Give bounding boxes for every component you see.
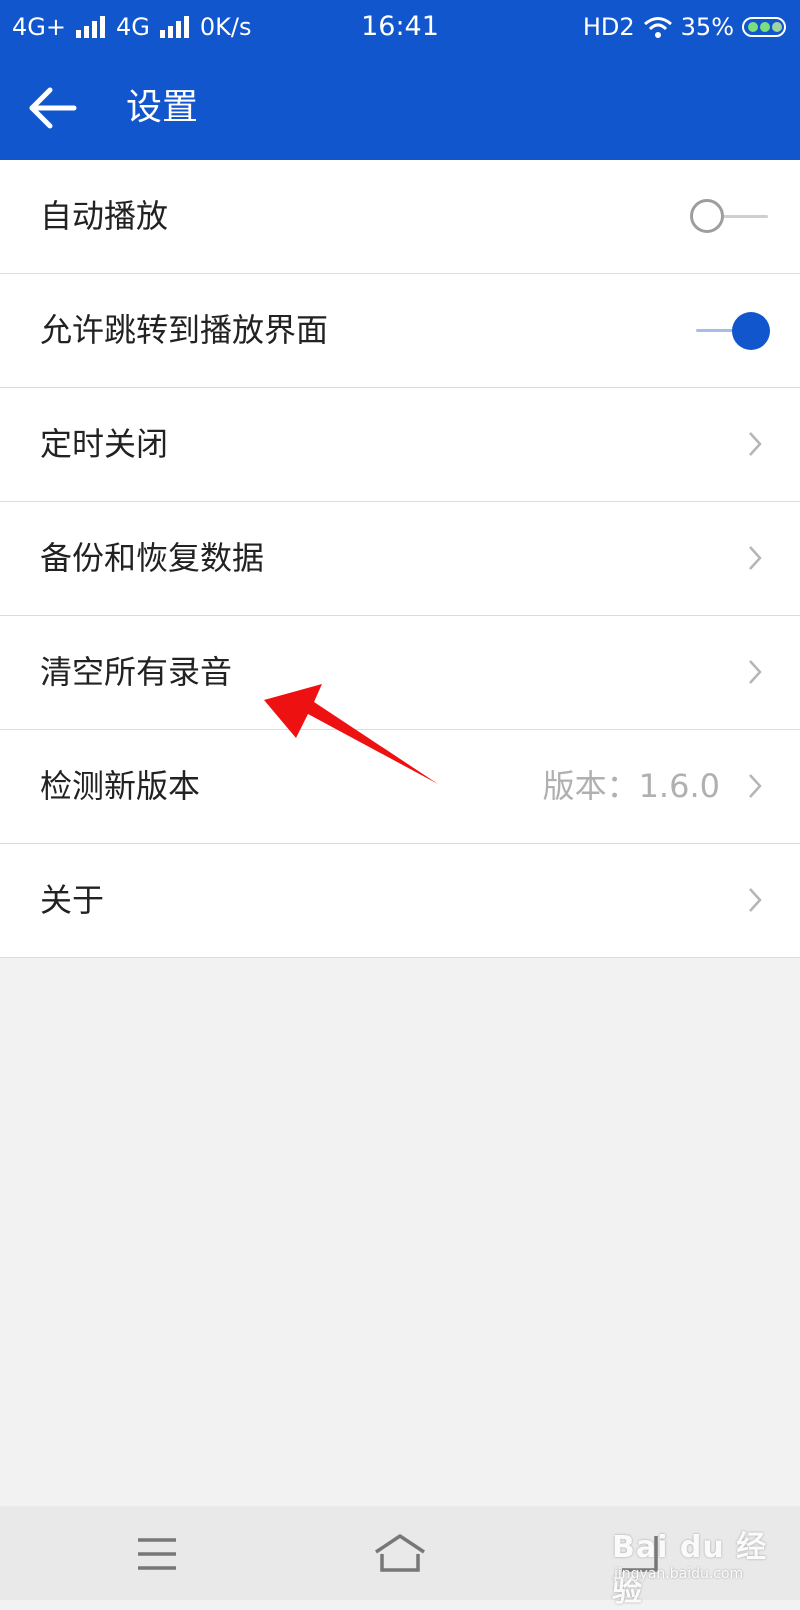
header: 设置 [0,56,800,160]
settings-list: 自动播放 允许跳转到播放界面 定时关闭 备份和恢复数据 清空所有录音 检测新版本… [0,160,800,958]
status-right: HD2 35% [583,12,786,42]
setting-timer-close[interactable]: 定时关闭 [0,388,800,502]
back-button[interactable] [28,84,80,132]
setting-auto-play[interactable]: 自动播放 [0,160,800,274]
wifi-icon [643,17,672,38]
toggle-knob [690,199,724,233]
app-top-bar: 4G+ 4G 0K/s 16:41 HD2 35% 设置 [0,0,800,160]
setting-about[interactable]: 关于 [0,844,800,958]
setting-label: 备份和恢复数据 [40,539,265,577]
home-icon [375,1534,425,1572]
chevron-right-icon [749,888,762,912]
chevron-right-icon [749,546,762,570]
setting-label: 自动播放 [40,197,169,235]
toggle-knob [732,312,770,350]
allow-jump-toggle[interactable] [690,311,770,351]
auto-play-toggle[interactable] [690,197,770,237]
setting-backup-restore[interactable]: 备份和恢复数据 [0,502,800,616]
chevron-right-icon [749,660,762,684]
setting-label: 检测新版本 [40,767,201,805]
menu-button[interactable] [134,1530,182,1578]
setting-label: 关于 [40,881,105,919]
setting-label: 清空所有录音 [40,653,233,691]
chevron-right-icon [749,774,762,798]
battery-percent: 35% [680,13,734,41]
menu-icon [138,1538,176,1570]
setting-label: 定时关闭 [40,425,169,463]
status-bar: 4G+ 4G 0K/s 16:41 HD2 35% [0,0,800,56]
page-title: 设置 [126,87,199,128]
setting-allow-jump[interactable]: 允许跳转到播放界面 [0,274,800,388]
watermark-url: jingyan.baidu.com [614,1566,744,1582]
chevron-right-icon [749,432,762,456]
arrow-left-icon [29,87,77,129]
red-arrow-pointer [264,684,438,784]
setting-label: 允许跳转到播放界面 [40,311,329,349]
battery-icon [742,17,786,37]
watermark: Bai du 经验 jingyan.baidu.com [612,1522,782,1609]
hd-indicator: HD2 [582,13,635,41]
version-value: 版本：1.6.0 [542,767,720,805]
home-button[interactable] [372,1530,425,1578]
